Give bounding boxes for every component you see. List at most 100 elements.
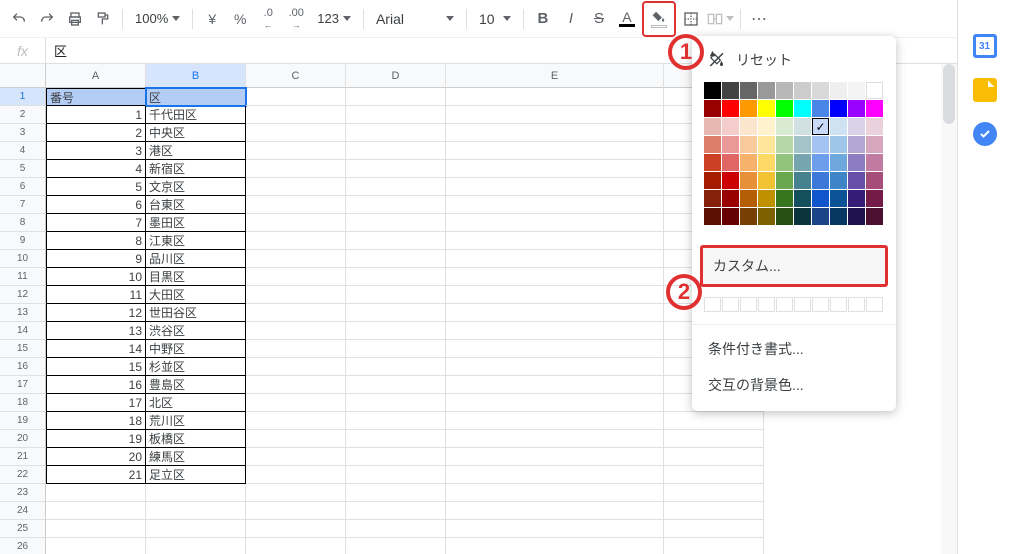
cell[interactable]: 17 (46, 394, 146, 412)
cell[interactable] (446, 214, 664, 232)
cell[interactable]: 番号 (46, 88, 146, 106)
select-all-corner[interactable] (0, 64, 46, 88)
row-header[interactable]: 21 (0, 448, 46, 466)
cell[interactable] (346, 178, 446, 196)
color-swatch[interactable] (704, 208, 721, 225)
cell[interactable] (346, 394, 446, 412)
custom-color-button[interactable]: カスタム... (700, 245, 888, 287)
cell[interactable]: 板橋区 (146, 430, 246, 448)
cell[interactable] (246, 358, 346, 376)
color-swatch[interactable] (866, 190, 883, 207)
color-swatch[interactable] (794, 118, 811, 135)
cell[interactable] (446, 160, 664, 178)
cell[interactable] (446, 286, 664, 304)
cell[interactable] (46, 520, 146, 538)
cell[interactable] (246, 196, 346, 214)
row-header[interactable]: 11 (0, 268, 46, 286)
cell[interactable] (664, 484, 764, 502)
color-swatch[interactable] (776, 190, 793, 207)
cell[interactable]: 16 (46, 376, 146, 394)
cell[interactable] (246, 394, 346, 412)
row-header[interactable]: 22 (0, 466, 46, 484)
cell[interactable]: 15 (46, 358, 146, 376)
cell[interactable]: 港区 (146, 142, 246, 160)
color-swatch[interactable] (794, 208, 811, 225)
cell[interactable] (246, 286, 346, 304)
cell[interactable] (346, 250, 446, 268)
color-swatch[interactable] (740, 100, 757, 117)
color-swatch[interactable] (722, 208, 739, 225)
color-swatch[interactable] (722, 118, 739, 135)
cell[interactable] (346, 448, 446, 466)
color-swatch[interactable] (704, 82, 721, 99)
color-swatch[interactable] (776, 154, 793, 171)
cell[interactable] (246, 502, 346, 520)
cell[interactable] (346, 412, 446, 430)
cell[interactable]: 1 (46, 106, 146, 124)
color-swatch[interactable] (722, 154, 739, 171)
row-header[interactable]: 9 (0, 232, 46, 250)
cell[interactable]: 13 (46, 322, 146, 340)
row-header[interactable]: 16 (0, 358, 46, 376)
undo-button[interactable] (6, 5, 32, 33)
cell[interactable] (246, 412, 346, 430)
color-swatch[interactable] (776, 118, 793, 135)
cell[interactable]: 目黒区 (146, 268, 246, 286)
cell[interactable] (246, 142, 346, 160)
color-swatch[interactable] (794, 82, 811, 99)
color-swatch[interactable] (830, 136, 847, 153)
cell[interactable] (346, 520, 446, 538)
color-swatch[interactable] (848, 136, 865, 153)
cell[interactable]: 杉並区 (146, 358, 246, 376)
cell[interactable]: 21 (46, 466, 146, 484)
row-header[interactable]: 3 (0, 124, 46, 142)
cell[interactable] (446, 232, 664, 250)
custom-swatch-empty[interactable] (848, 297, 865, 312)
color-swatch[interactable] (740, 208, 757, 225)
cell[interactable] (446, 322, 664, 340)
column-header-B[interactable]: B (146, 64, 246, 88)
custom-swatch-empty[interactable] (794, 297, 811, 312)
color-swatch[interactable] (812, 208, 829, 225)
custom-swatch-empty[interactable] (812, 297, 829, 312)
cell[interactable] (664, 466, 764, 484)
cell[interactable] (446, 484, 664, 502)
color-swatch[interactable] (776, 208, 793, 225)
color-swatch[interactable] (830, 154, 847, 171)
cell[interactable]: 江東区 (146, 232, 246, 250)
custom-swatch-empty[interactable] (758, 297, 775, 312)
color-swatch[interactable] (722, 136, 739, 153)
color-swatch[interactable] (848, 100, 865, 117)
paint-format-button[interactable] (90, 5, 116, 33)
cell[interactable]: 足立区 (146, 466, 246, 484)
cell[interactable] (446, 538, 664, 554)
vertical-scrollbar[interactable] (941, 64, 957, 554)
color-swatch[interactable] (848, 82, 865, 99)
increase-decimal-button[interactable]: .00→ (283, 5, 309, 33)
cell[interactable]: 5 (46, 178, 146, 196)
cell[interactable] (146, 538, 246, 554)
cell[interactable] (146, 502, 246, 520)
color-swatch[interactable] (830, 82, 847, 99)
color-swatch[interactable] (704, 154, 721, 171)
cell[interactable] (346, 538, 446, 554)
cell[interactable] (246, 124, 346, 142)
cell[interactable] (246, 520, 346, 538)
cell[interactable] (446, 178, 664, 196)
cell[interactable]: 中央区 (146, 124, 246, 142)
strikethrough-button[interactable]: S (586, 5, 612, 33)
cell[interactable]: 4 (46, 160, 146, 178)
cell[interactable] (346, 340, 446, 358)
color-swatch[interactable] (866, 100, 883, 117)
reset-color-button[interactable]: リセット (692, 44, 896, 76)
cell[interactable] (446, 304, 664, 322)
row-header[interactable]: 7 (0, 196, 46, 214)
cell[interactable] (664, 520, 764, 538)
cell[interactable] (664, 412, 764, 430)
cell[interactable] (246, 340, 346, 358)
bold-button[interactable]: B (530, 5, 556, 33)
row-header[interactable]: 12 (0, 286, 46, 304)
cell[interactable] (346, 466, 446, 484)
color-swatch[interactable] (722, 172, 739, 189)
cell[interactable] (246, 466, 346, 484)
